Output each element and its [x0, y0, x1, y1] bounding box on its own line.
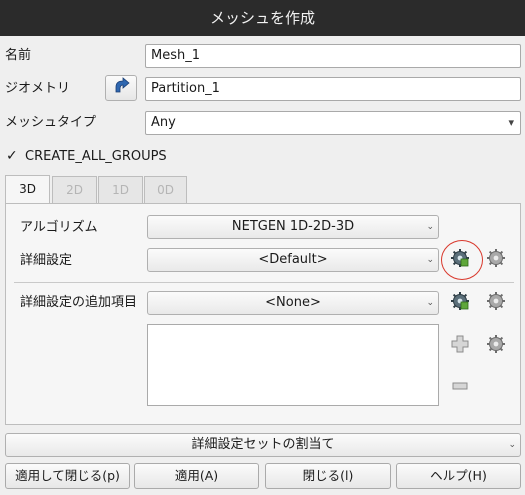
chevron-down-icon: ⌄ [426, 298, 434, 308]
algorithm-value: NETGEN 1D-2D-3D [231, 219, 355, 234]
additional-hypotheses-label: 詳細設定の追加項目 [20, 295, 138, 310]
assign-hypothesis-set-button[interactable]: 詳細設定セットの割当て ⌄ [5, 433, 521, 457]
gear-new-icon [486, 248, 506, 272]
gear-new-icon [486, 334, 506, 358]
apply-and-close-button[interactable]: 適用して閉じる(p) [5, 463, 130, 489]
tab-2d[interactable]: 2D [52, 176, 97, 203]
assign-hypothesis-set-label: 詳細設定セットの割当て [191, 437, 335, 452]
edit-list-hypothesis-button[interactable] [484, 334, 508, 358]
add-hypothesis-button[interactable] [448, 334, 472, 358]
help-button[interactable]: ヘルプ(H) [396, 463, 521, 489]
apply-button[interactable]: 適用(A) [134, 463, 259, 489]
mesh-type-label: メッシュタイプ [5, 115, 97, 130]
additional-hypotheses-value: <None> [265, 295, 321, 310]
mesh-type-value: Any [151, 115, 176, 130]
divider [14, 282, 514, 283]
additional-hypotheses-list[interactable] [147, 324, 439, 406]
gear-edit-icon [450, 248, 470, 272]
remove-hypothesis-button[interactable] [448, 376, 472, 400]
hypothesis-combo[interactable]: <Default> ⌄ [147, 248, 439, 272]
tab-1d[interactable]: 1D [98, 176, 143, 203]
geometry-label: ジオメトリ [5, 81, 71, 96]
minus-icon [451, 377, 469, 399]
close-button[interactable]: 閉じる(l) [265, 463, 391, 489]
gear-edit-icon [450, 291, 470, 315]
tab-0d[interactable]: 0D [144, 176, 187, 203]
algorithm-label: アルゴリズム [20, 220, 98, 235]
tab-3d[interactable]: 3D [5, 175, 50, 204]
create-all-groups-checkbox[interactable]: ✓ CREATE_ALL_GROUPS [6, 146, 167, 166]
edit-hypothesis-button[interactable] [448, 248, 472, 272]
select-geometry-button[interactable] [105, 75, 137, 101]
chevron-down-icon: ⌄ [508, 440, 516, 450]
geometry-input[interactable]: Partition_1 [145, 77, 521, 101]
chevron-down-icon: ▾ [508, 116, 514, 129]
new-hypothesis-button[interactable] [484, 248, 508, 272]
new-additional-button[interactable] [484, 291, 508, 315]
algorithm-combo[interactable]: NETGEN 1D-2D-3D ⌄ [147, 215, 439, 239]
gear-new-icon [486, 291, 506, 315]
edit-additional-button[interactable] [448, 291, 472, 315]
hypothesis-label: 詳細設定 [20, 253, 73, 268]
hypothesis-value: <Default> [258, 252, 328, 267]
create-all-groups-label: CREATE_ALL_GROUPS [25, 148, 167, 164]
name-label: 名前 [5, 48, 32, 63]
chevron-down-icon: ⌄ [426, 255, 434, 265]
plus-icon [451, 335, 469, 357]
select-arrow-icon [112, 77, 130, 99]
chevron-down-icon: ⌄ [426, 222, 434, 232]
checkmark-icon: ✓ [6, 148, 18, 164]
mesh-type-select[interactable]: Any ▾ [145, 111, 521, 135]
additional-hypotheses-combo[interactable]: <None> ⌄ [147, 291, 439, 315]
name-input[interactable]: Mesh_1 [145, 44, 521, 68]
window-title: メッシュを作成 [0, 0, 525, 36]
